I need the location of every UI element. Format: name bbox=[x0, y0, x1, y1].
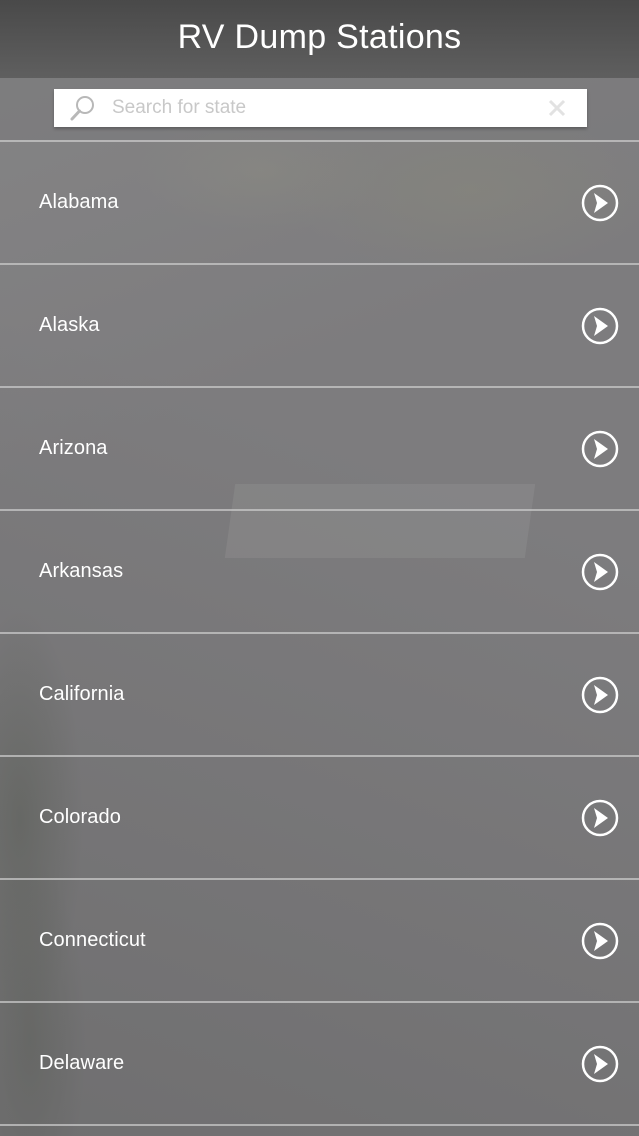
chevron-right-circle-icon[interactable] bbox=[581, 184, 619, 222]
state-name: Arizona bbox=[39, 437, 108, 459]
list-item-arkansas[interactable]: Arkansas bbox=[0, 511, 639, 632]
state-name: Alaska bbox=[39, 314, 100, 336]
list-divider bbox=[0, 1124, 639, 1126]
list-item-colorado[interactable]: Colorado bbox=[0, 757, 639, 878]
search-icon bbox=[54, 89, 112, 127]
state-list: Alabama Alaska Arizona Arkansas Californ… bbox=[0, 140, 639, 1126]
page-title: RV Dump Stations bbox=[177, 17, 462, 56]
state-name: Arkansas bbox=[39, 560, 124, 582]
state-name: Alabama bbox=[39, 191, 119, 213]
clear-icon[interactable] bbox=[527, 89, 587, 127]
list-item-alabama[interactable]: Alabama bbox=[0, 142, 639, 263]
chevron-right-circle-icon[interactable] bbox=[581, 307, 619, 345]
state-name: California bbox=[39, 683, 125, 705]
list-item-california[interactable]: California bbox=[0, 634, 639, 755]
search-input[interactable] bbox=[112, 89, 527, 127]
state-name: Connecticut bbox=[39, 929, 146, 951]
state-name: Delaware bbox=[39, 1052, 125, 1074]
chevron-right-circle-icon[interactable] bbox=[581, 1045, 619, 1083]
chevron-right-circle-icon[interactable] bbox=[581, 553, 619, 591]
search-bar bbox=[0, 78, 639, 140]
chevron-right-circle-icon[interactable] bbox=[581, 922, 619, 960]
list-item-arizona[interactable]: Arizona bbox=[0, 388, 639, 509]
state-name: Colorado bbox=[39, 806, 121, 828]
list-item-alaska[interactable]: Alaska bbox=[0, 265, 639, 386]
chevron-right-circle-icon[interactable] bbox=[581, 676, 619, 714]
app-header: RV Dump Stations bbox=[0, 0, 639, 78]
search-box[interactable] bbox=[54, 89, 587, 127]
list-item-delaware[interactable]: Delaware bbox=[0, 1003, 639, 1124]
chevron-right-circle-icon[interactable] bbox=[581, 430, 619, 468]
list-item-connecticut[interactable]: Connecticut bbox=[0, 880, 639, 1001]
chevron-right-circle-icon[interactable] bbox=[581, 799, 619, 837]
